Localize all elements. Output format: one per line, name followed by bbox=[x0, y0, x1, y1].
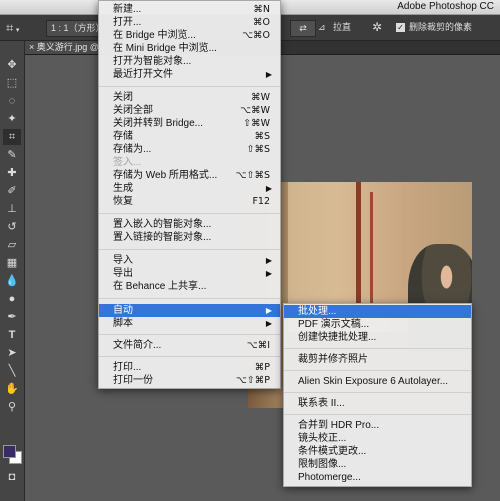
menu-item-export[interactable]: 导出 ▶ bbox=[99, 267, 280, 280]
close-icon[interactable]: × bbox=[29, 42, 34, 52]
chevron-down-icon: ▾ bbox=[15, 27, 20, 34]
delete-cropped-checkbox[interactable]: ✓ bbox=[396, 20, 406, 35]
menu-item-share-behance[interactable]: 在 Behance 上共享... bbox=[99, 280, 280, 293]
dodge-tool-icon[interactable]: ● bbox=[3, 291, 21, 307]
tools-panel: ✥ ⬚ ◌ ✦ ⌗ ✎ ✚ ✐ ⊥ ↺ ▱ ▦ 💧 ● ✒ T ➤ ╲ ✋ ⚲ … bbox=[0, 41, 25, 501]
path-selection-tool-icon[interactable]: ➤ bbox=[3, 345, 21, 361]
menu-separator bbox=[284, 414, 471, 415]
submenu-item-lens-correction[interactable]: 镜头校正... bbox=[284, 432, 471, 445]
menu-item-file-info[interactable]: 文件简介... ⌥⌘I bbox=[99, 339, 280, 352]
swap-icon: ⇄ bbox=[299, 23, 307, 33]
file-menu: 新建... ⌘N 打开... ⌘O 在 Bridge 中浏览... ⌥⌘O 在 Min… bbox=[98, 0, 281, 389]
swap-orientation-button[interactable]: ⇄ bbox=[290, 20, 316, 37]
crop-icon: ⌗ bbox=[6, 20, 14, 35]
submenu-arrow-icon: ▶ bbox=[265, 184, 272, 193]
shape-tool-icon[interactable]: ╲ bbox=[3, 363, 21, 379]
menu-item-print[interactable]: 打印... ⌘P bbox=[99, 361, 280, 374]
app-title: Adobe Photoshop CC bbox=[397, 1, 494, 12]
menu-separator bbox=[99, 86, 280, 87]
type-tool-icon[interactable]: T bbox=[3, 327, 21, 343]
zoom-tool-icon[interactable]: ⚲ bbox=[3, 399, 21, 415]
menu-separator bbox=[284, 370, 471, 371]
menu-item-place-linked[interactable]: 置入链接的智能对象... bbox=[99, 231, 280, 244]
submenu-item-merge-hdr[interactable]: 合并到 HDR Pro... bbox=[284, 419, 471, 432]
healing-brush-tool-icon[interactable]: ✚ bbox=[3, 165, 21, 181]
ratio-select[interactable]: 1 : 1（方形） bbox=[46, 20, 105, 37]
quick-mask-icon[interactable]: ◘ bbox=[3, 469, 21, 485]
submenu-item-pdf-presentation[interactable]: PDF 演示文稿... bbox=[284, 318, 471, 331]
menu-item-new[interactable]: 新建... ⌘N bbox=[99, 3, 280, 16]
lasso-tool-icon[interactable]: ◌ bbox=[3, 93, 21, 109]
menu-item-browse-bridge[interactable]: 在 Bridge 中浏览... ⌥⌘O bbox=[99, 29, 280, 42]
menu-item-close[interactable]: 关闭 ⌘W bbox=[99, 91, 280, 104]
menu-item-save-for-web[interactable]: 存储为 Web 所用格式... ⌥⇧⌘S bbox=[99, 169, 280, 182]
move-tool-icon[interactable]: ✥ bbox=[3, 57, 21, 73]
brush-tool-icon[interactable]: ✐ bbox=[3, 183, 21, 199]
submenu-item-conditional-mode-change[interactable]: 条件模式更改... bbox=[284, 445, 471, 458]
magic-wand-tool-icon[interactable]: ✦ bbox=[3, 111, 21, 127]
menu-item-revert[interactable]: 恢复 F12 bbox=[99, 195, 280, 208]
submenu-arrow-icon: ▶ bbox=[265, 269, 272, 278]
submenu-item-photomerge[interactable]: Photomerge... bbox=[284, 471, 471, 484]
menu-item-import[interactable]: 导入 ▶ bbox=[99, 254, 280, 267]
menu-item-close-go-bridge[interactable]: 关闭并转到 Bridge... ⇧⌘W bbox=[99, 117, 280, 130]
menu-item-place-embedded[interactable]: 置入嵌入的智能对象... bbox=[99, 218, 280, 231]
menu-separator bbox=[99, 213, 280, 214]
submenu-arrow-icon: ▶ bbox=[265, 306, 272, 315]
submenu-item-alien-skin-autolayer[interactable]: Alien Skin Exposure 6 Autolayer... bbox=[284, 375, 471, 388]
marquee-tool-icon[interactable]: ⬚ bbox=[3, 75, 21, 91]
menu-separator bbox=[99, 356, 280, 357]
settings-gear-icon[interactable]: ✲ bbox=[372, 20, 386, 35]
document-tab-title: 奥义游行.jpg @ bbox=[36, 42, 99, 52]
crop-tool-preset-button[interactable]: ⌗ ▾ bbox=[6, 20, 36, 35]
crop-tool-icon[interactable]: ⌗ bbox=[3, 129, 21, 145]
menu-separator bbox=[99, 298, 280, 299]
menu-item-generate[interactable]: 生成 ▶ bbox=[99, 182, 280, 195]
hand-tool-icon[interactable]: ✋ bbox=[3, 381, 21, 397]
submenu-item-crop-straighten[interactable]: 裁剪并修齐照片 bbox=[284, 353, 471, 366]
menu-item-print-one-copy[interactable]: 打印一份 ⌥⇧⌘P bbox=[99, 374, 280, 387]
eyedropper-tool-icon[interactable]: ✎ bbox=[3, 147, 21, 163]
menu-separator bbox=[99, 249, 280, 250]
menu-item-scripts[interactable]: 脚本 ▶ bbox=[99, 317, 280, 330]
menu-item-check-in: 签入... bbox=[113, 157, 142, 168]
submenu-arrow-icon: ▶ bbox=[265, 319, 272, 328]
foreground-color-swatch[interactable] bbox=[3, 445, 16, 458]
menu-separator bbox=[99, 334, 280, 335]
clone-stamp-tool-icon[interactable]: ⊥ bbox=[3, 201, 21, 217]
submenu-item-fit-image[interactable]: 限制图像... bbox=[284, 458, 471, 471]
gradient-tool-icon[interactable]: ▦ bbox=[3, 255, 21, 271]
submenu-item-contact-sheet[interactable]: 联系表 II... bbox=[284, 397, 471, 410]
history-brush-tool-icon[interactable]: ↺ bbox=[3, 219, 21, 235]
automate-submenu: 批处理... PDF 演示文稿... 创建快捷批处理... 裁剪并修齐照片 Al… bbox=[283, 303, 472, 487]
menu-item-save-as[interactable]: 存储为... ⇧⌘S bbox=[99, 143, 280, 156]
menu-item-open-smart-object[interactable]: 打开为智能对象... bbox=[99, 55, 280, 68]
menu-item-save[interactable]: 存储 ⌘S bbox=[99, 130, 280, 143]
submenu-arrow-icon: ▶ bbox=[265, 256, 272, 265]
menu-item-automate[interactable]: 自动 ▶ bbox=[99, 304, 280, 317]
submenu-item-batch[interactable]: 批处理... bbox=[284, 305, 471, 318]
photo-pipe-2 bbox=[370, 192, 373, 312]
menu-separator bbox=[284, 348, 471, 349]
submenu-item-create-droplet[interactable]: 创建快捷批处理... bbox=[284, 331, 471, 344]
eraser-tool-icon[interactable]: ▱ bbox=[3, 237, 21, 253]
overlay-grid-icon[interactable] bbox=[345, 20, 359, 35]
pen-tool-icon[interactable]: ✒ bbox=[3, 309, 21, 325]
menu-item-open[interactable]: 打开... ⌘O bbox=[99, 16, 280, 29]
delete-cropped-label: 删除裁剪的像素 bbox=[409, 22, 473, 32]
blur-tool-icon[interactable]: 💧 bbox=[3, 273, 21, 289]
submenu-arrow-icon: ▶ bbox=[265, 70, 272, 79]
menu-item-browse-mini-bridge[interactable]: 在 Mini Bridge 中浏览... bbox=[99, 42, 280, 55]
menu-item-close-all[interactable]: 关闭全部 ⌥⌘W bbox=[99, 104, 280, 117]
menu-separator bbox=[284, 392, 471, 393]
straighten-icon: ⊿ bbox=[318, 22, 326, 32]
menu-item-open-recent[interactable]: 最近打开文件 ▶ bbox=[99, 68, 280, 81]
